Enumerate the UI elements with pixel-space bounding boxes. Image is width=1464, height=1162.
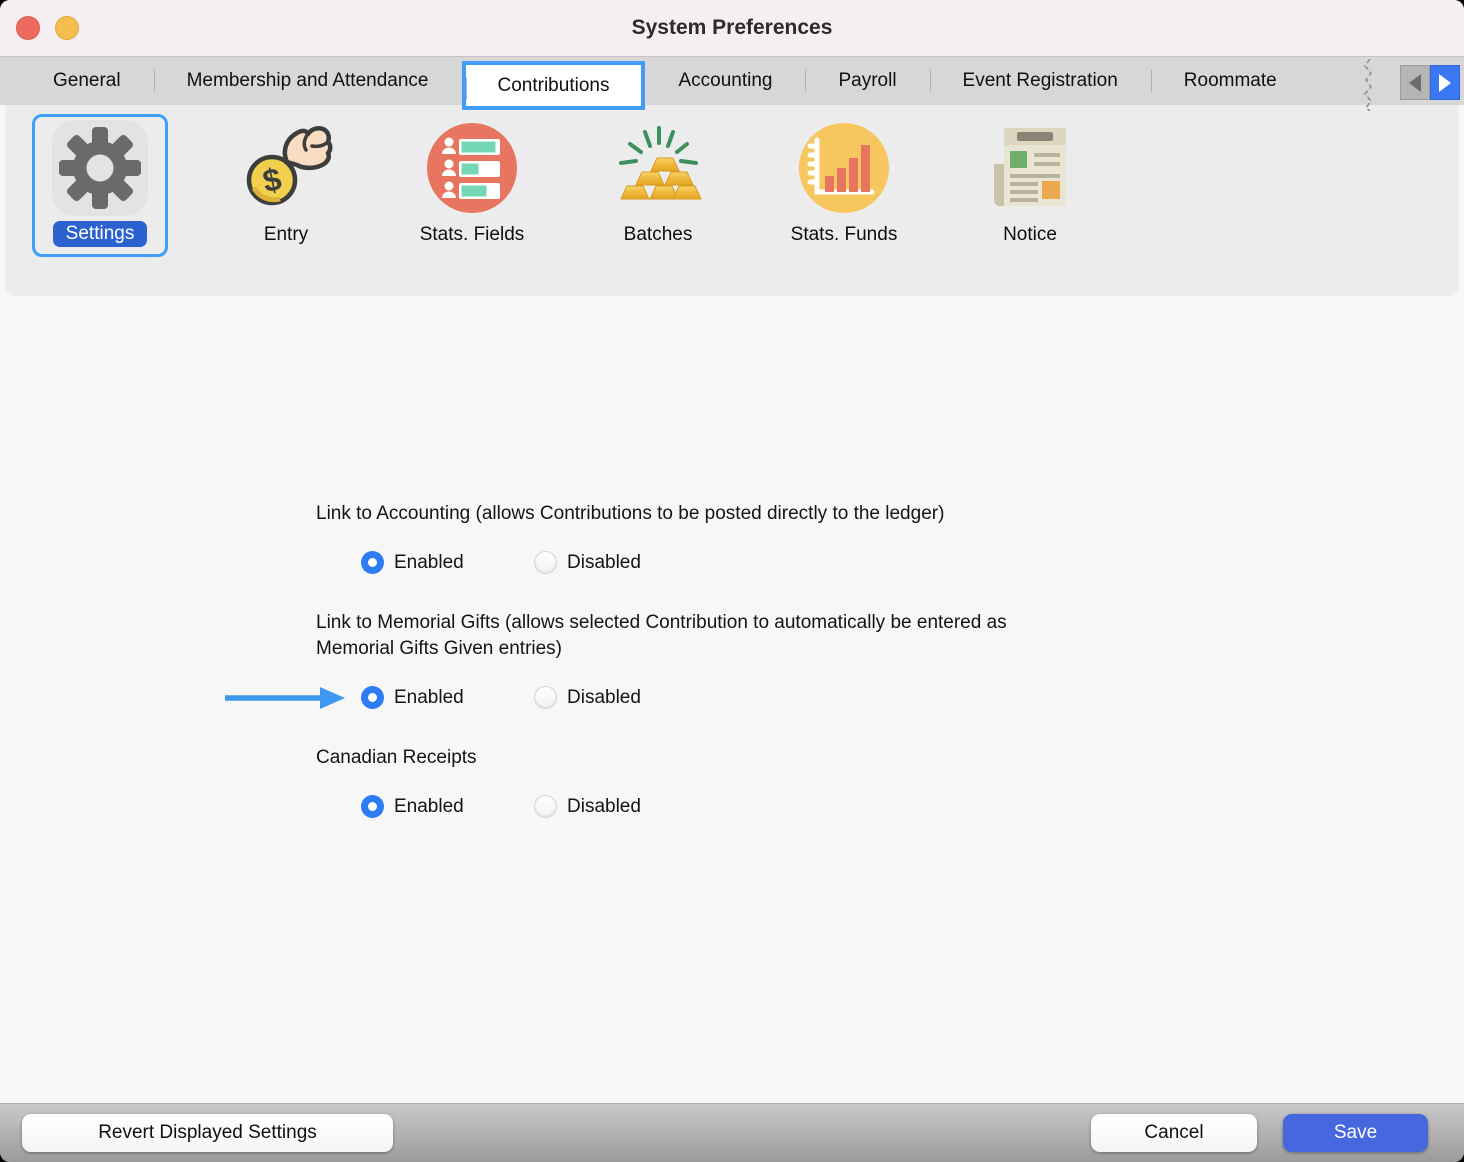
toolbar-item-settings[interactable]: Settings (32, 114, 168, 257)
radio-option-enabled[interactable]: Enabled (361, 686, 534, 709)
tab-event-registration[interactable]: Event Registration (930, 57, 1151, 105)
toolbar-item-batches[interactable]: Batches (590, 114, 726, 256)
radio-option-disabled[interactable]: Disabled (534, 686, 707, 709)
minimize-window-icon[interactable] (55, 16, 79, 40)
toolbar-item-label: Settings (53, 221, 148, 247)
tab-scroll-controls (1400, 65, 1460, 100)
gold-bars-icon (610, 120, 706, 216)
radio-off-icon[interactable] (534, 686, 557, 709)
settings-content: Link to Accounting (allows Contributions… (0, 296, 1464, 818)
radio-on-icon[interactable] (361, 551, 384, 574)
radio-option-label: Enabled (394, 552, 464, 574)
setting-group-link-to-memorial-gifts: Link to Memorial Gifts (allows selected … (316, 610, 1464, 709)
toolbar-item-stats-funds[interactable]: Stats. Funds (776, 114, 912, 256)
window-title: System Preferences (0, 16, 1464, 40)
tab-overflow-torn-edge (1362, 59, 1376, 116)
close-window-icon[interactable] (16, 16, 40, 40)
radio-option-disabled[interactable]: Disabled (534, 795, 707, 818)
system-preferences-window: System Preferences General Membership an… (0, 0, 1464, 1162)
radio-option-label: Disabled (567, 796, 641, 818)
toolbar-item-label: Entry (264, 224, 308, 246)
radio-group: Enabled Disabled (361, 551, 1464, 574)
traffic-lights (16, 16, 79, 40)
toolbar-item-label: Stats. Fields (420, 224, 525, 246)
toolbar-item-notice[interactable]: Notice (962, 114, 1098, 256)
radio-group: Enabled Disabled (361, 686, 1464, 709)
setting-label: Link to Memorial Gifts (allows selected … (316, 610, 1076, 662)
toolbar-item-entry[interactable]: $ Entry (218, 114, 354, 256)
toolbar-item-label: Notice (1003, 224, 1057, 246)
radio-option-disabled[interactable]: Disabled (534, 551, 707, 574)
footer-bar: Revert Displayed Settings Cancel Save (0, 1103, 1464, 1162)
radio-option-label: Enabled (394, 796, 464, 818)
tab-general[interactable]: General (20, 57, 154, 105)
toolbar-item-label: Stats. Funds (791, 224, 898, 246)
radio-off-icon[interactable] (534, 551, 557, 574)
scroll-tabs-right-icon[interactable] (1430, 65, 1460, 100)
radio-option-label: Disabled (567, 552, 641, 574)
people-list-icon (424, 120, 520, 216)
tab-contributions[interactable]: Contributions (462, 61, 646, 110)
tab-roommate[interactable]: Roommate (1151, 57, 1310, 105)
bar-chart-icon (796, 120, 892, 216)
setting-group-link-to-accounting: Link to Accounting (allows Contributions… (316, 501, 1464, 574)
radio-option-enabled[interactable]: Enabled (361, 551, 534, 574)
radio-off-icon[interactable] (534, 795, 557, 818)
setting-label: Link to Accounting (allows Contributions… (316, 501, 1464, 527)
radio-on-icon[interactable] (361, 686, 384, 709)
setting-group-canadian-receipts: Canadian Receipts Enabled Disabled (316, 745, 1464, 818)
hand-coin-icon: $ (238, 120, 334, 216)
toolbar-item-stats-fields[interactable]: Stats. Fields (404, 114, 540, 256)
newspaper-icon (982, 120, 1078, 216)
radio-option-label: Disabled (567, 687, 641, 709)
radio-option-label: Enabled (394, 687, 464, 709)
tab-accounting[interactable]: Accounting (645, 57, 805, 105)
contributions-toolbar: Settings $ Entry (5, 105, 1459, 296)
radio-on-icon[interactable] (361, 795, 384, 818)
tab-membership-and-attendance[interactable]: Membership and Attendance (154, 57, 462, 105)
revert-displayed-settings-button[interactable]: Revert Displayed Settings (22, 1114, 393, 1152)
radio-option-enabled[interactable]: Enabled (361, 795, 534, 818)
save-button[interactable]: Save (1283, 1114, 1428, 1152)
gear-icon (52, 120, 148, 216)
radio-group: Enabled Disabled (361, 795, 1464, 818)
cancel-button[interactable]: Cancel (1091, 1114, 1257, 1152)
tab-bar: General Membership and Attendance Contri… (0, 57, 1464, 105)
annotation-arrow-icon (223, 685, 347, 716)
title-bar: System Preferences (0, 0, 1464, 57)
toolbar-item-label: Batches (624, 224, 693, 246)
scroll-tabs-left-icon[interactable] (1400, 65, 1430, 100)
tab-payroll[interactable]: Payroll (805, 57, 929, 105)
setting-label: Canadian Receipts (316, 745, 1464, 771)
